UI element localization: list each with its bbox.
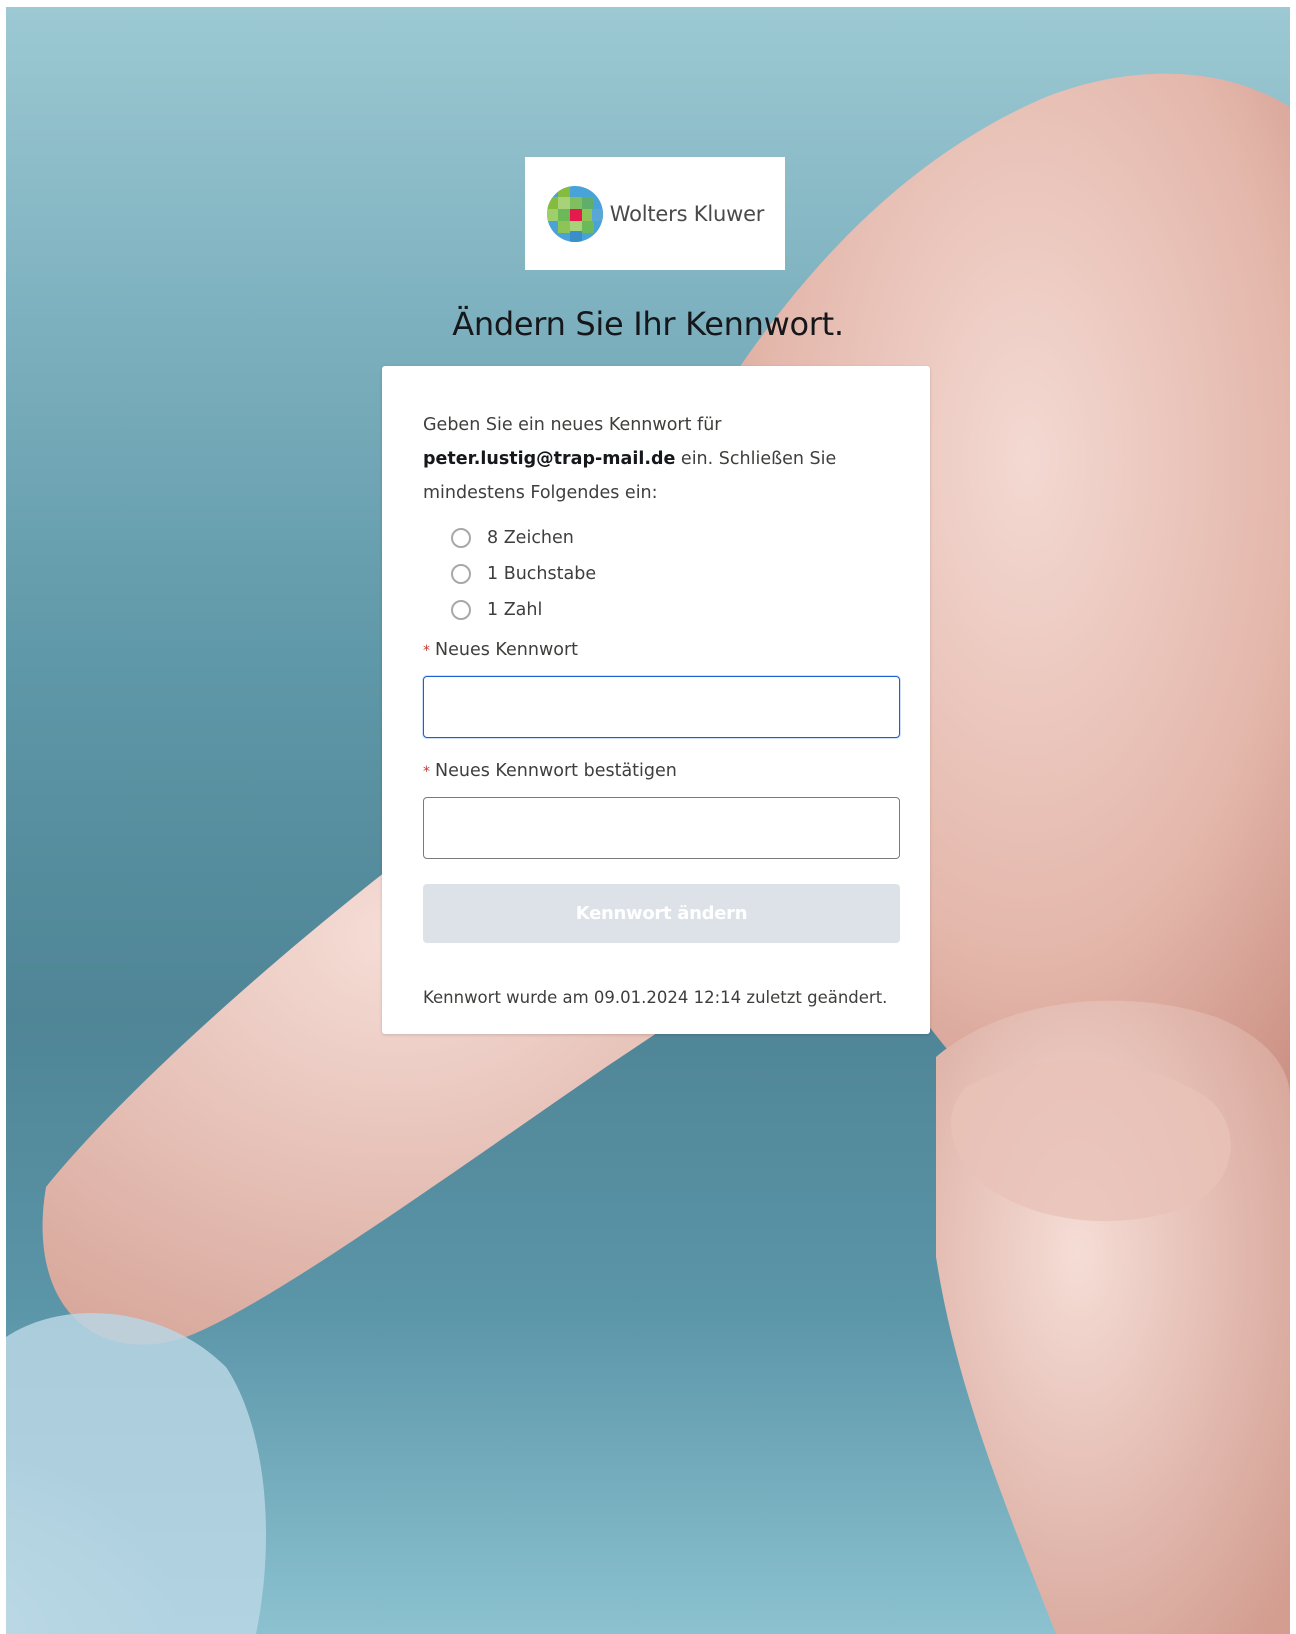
confirm-password-label: * Neues Kennwort bestätigen xyxy=(423,761,900,781)
instructions-prefix: Geben Sie ein neues Kennwort für xyxy=(423,415,722,435)
required-asterisk: * xyxy=(423,764,430,780)
brand-name: Wolters Kluwer xyxy=(609,201,765,226)
required-asterisk: * xyxy=(423,643,430,659)
last-changed-info: Kennwort wurde am 09.01.2024 12:14 zulet… xyxy=(423,988,888,1007)
change-password-button[interactable]: Kennwort ändern xyxy=(423,884,900,943)
wolters-kluwer-logo-icon xyxy=(546,185,603,242)
new-password-label: * Neues Kennwort xyxy=(423,640,900,660)
requirement-label: 8 Zeichen xyxy=(487,528,574,548)
requirement-item: 8 Zeichen xyxy=(451,520,900,556)
brand-logo: Wolters Kluwer xyxy=(525,157,785,270)
confirm-password-label-text: Neues Kennwort bestätigen xyxy=(435,761,677,781)
requirement-label: 1 Buchstabe xyxy=(487,564,597,584)
confirm-password-input[interactable] xyxy=(423,797,900,859)
requirement-item: 1 Zahl xyxy=(451,592,900,628)
requirement-unmet-circle-icon xyxy=(451,564,471,584)
requirement-unmet-circle-icon xyxy=(451,600,471,620)
new-password-label-text: Neues Kennwort xyxy=(435,640,579,660)
user-email: peter.lustig@trap-mail.de xyxy=(423,449,676,469)
page-title: Ändern Sie Ihr Kennwort. xyxy=(452,305,844,343)
page-background: Wolters Kluwer Ändern Sie Ihr Kennwort. … xyxy=(6,7,1290,1634)
new-password-input[interactable] xyxy=(423,676,900,738)
password-requirements-list: 8 Zeichen 1 Buchstabe 1 Zahl xyxy=(451,520,900,628)
requirement-label: 1 Zahl xyxy=(487,600,543,620)
change-password-card: Geben Sie ein neues Kennwort für peter.l… xyxy=(382,366,930,1034)
instructions-text: Geben Sie ein neues Kennwort für peter.l… xyxy=(423,408,893,510)
requirement-unmet-circle-icon xyxy=(451,528,471,548)
requirement-item: 1 Buchstabe xyxy=(451,556,900,592)
